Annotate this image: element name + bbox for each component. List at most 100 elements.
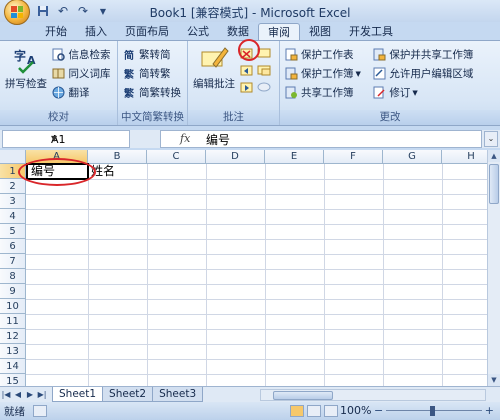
formula-value: 编号 (206, 133, 231, 147)
row-header-15[interactable]: 15 (0, 374, 26, 386)
show-ink-icon[interactable] (257, 80, 271, 94)
column-header-g[interactable]: G (383, 150, 442, 164)
protect-share-button[interactable]: 保护并共享工作簿 (372, 46, 473, 63)
column-header-c[interactable]: C (147, 150, 206, 164)
tab-home[interactable]: 开始 (36, 23, 76, 40)
grid-line (383, 164, 384, 386)
to-simplified-button[interactable]: 简 繁转简 (122, 46, 181, 63)
grid-line (26, 344, 487, 345)
scroll-down-icon[interactable]: ▼ (488, 374, 500, 386)
redo-icon[interactable]: ↷ (76, 4, 90, 18)
row-header-8[interactable]: 8 (0, 269, 26, 284)
zoom-in-icon[interactable]: + (485, 404, 494, 417)
group-label-changes: 更改 (280, 110, 500, 125)
row-header-7[interactable]: 7 (0, 254, 26, 269)
vertical-scrollbar[interactable]: ▲ ▼ (487, 150, 500, 386)
tab-insert[interactable]: 插入 (76, 23, 116, 40)
track-changes-button[interactable]: 修订 ▼ (372, 84, 473, 101)
next-comment-icon[interactable] (240, 80, 254, 94)
worksheet-grid[interactable]: A B C D E F G H 1 2 3 4 5 6 7 8 9 10 11 … (0, 150, 487, 386)
row-header-3[interactable]: 3 (0, 194, 26, 209)
grid-line (26, 359, 487, 360)
sheet-tab-3[interactable]: Sheet3 (152, 387, 204, 402)
conversion-button[interactable]: 繁 简繁转换 (122, 84, 181, 101)
page-layout-view-icon[interactable] (307, 405, 321, 417)
zoom-out-icon[interactable]: − (374, 404, 383, 417)
previous-comment-icon[interactable] (240, 63, 254, 77)
grid-line (26, 254, 487, 255)
zoom-slider[interactable]: − + (374, 404, 494, 417)
row-header-9[interactable]: 9 (0, 284, 26, 299)
tab-review[interactable]: 审阅 (258, 23, 300, 40)
tab-page-layout[interactable]: 页面布局 (116, 23, 178, 40)
chevron-down-icon: ▼ (355, 69, 361, 78)
thesaurus-button[interactable]: 同义词库 (52, 65, 111, 82)
tab-developer[interactable]: 开发工具 (340, 23, 402, 40)
office-button[interactable] (4, 0, 30, 25)
spell-check-button[interactable]: 字A 拼写检查 (4, 44, 48, 91)
grid-line (26, 314, 487, 315)
name-box[interactable]: A1 ▼ (2, 130, 130, 148)
research-icon (52, 48, 66, 62)
save-icon[interactable] (36, 4, 50, 18)
row-header-5[interactable]: 5 (0, 224, 26, 239)
zoom-level[interactable]: 100% (340, 404, 371, 417)
tab-formulas[interactable]: 公式 (178, 23, 218, 40)
column-header-f[interactable]: F (324, 150, 383, 164)
to-traditional-button[interactable]: 繁 简转繁 (122, 65, 181, 82)
column-header-e[interactable]: E (265, 150, 324, 164)
track-changes-icon (372, 86, 386, 100)
show-comments-icon[interactable] (257, 63, 271, 77)
protect-sheet-button[interactable]: 保护工作表 (284, 46, 361, 63)
zoom-knob[interactable] (430, 406, 435, 416)
row-header-14[interactable]: 14 (0, 359, 26, 374)
column-header-d[interactable]: D (206, 150, 265, 164)
tab-view[interactable]: 视图 (300, 23, 340, 40)
conversion-icon: 繁 (124, 89, 134, 100)
edit-comment-button[interactable]: 编辑批注 (192, 44, 236, 91)
undo-icon[interactable]: ↶ (56, 4, 70, 18)
protect-workbook-button[interactable]: 保护工作簿 ▼ (284, 65, 361, 82)
row-header-13[interactable]: 13 (0, 344, 26, 359)
customize-icon[interactable]: ▼ (96, 4, 110, 18)
function-icon[interactable]: fx (180, 132, 190, 145)
group-chinese-conversion: 简 繁转简 繁 简转繁 繁 简繁转换 中文简繁转换 (118, 41, 188, 125)
sheet-tab-1[interactable]: Sheet1 (52, 387, 104, 402)
scroll-up-icon[interactable]: ▲ (488, 150, 500, 162)
formula-bar: A1 ▼ fx 编号 ⌄ (0, 130, 500, 148)
chevron-down-icon[interactable]: ▼ (51, 134, 127, 143)
row-header-6[interactable]: 6 (0, 239, 26, 254)
scroll-thumb[interactable] (489, 164, 499, 204)
share-workbook-button[interactable]: 共享工作簿 (284, 84, 361, 101)
page-break-view-icon[interactable] (324, 405, 338, 417)
spell-check-icon: 字A (11, 44, 41, 74)
row-header-2[interactable]: 2 (0, 179, 26, 194)
row-header-11[interactable]: 11 (0, 314, 26, 329)
next-sheet-icon[interactable]: ▶ (24, 388, 36, 402)
expand-formula-icon[interactable]: ⌄ (484, 131, 498, 147)
allow-edit-ranges-button[interactable]: 允许用户编辑区域 (372, 65, 473, 82)
grid-line (26, 284, 487, 285)
normal-view-icon[interactable] (290, 405, 304, 417)
grid-line (26, 224, 487, 225)
research-button[interactable]: 信息检索 (52, 46, 111, 63)
group-comments: 编辑批注 批注 (188, 39, 280, 125)
first-sheet-icon[interactable]: |◀ (0, 388, 12, 402)
grid-line (26, 374, 487, 375)
horizontal-scrollbar[interactable] (260, 389, 486, 401)
tab-data[interactable]: 数据 (218, 23, 258, 40)
ribbon: 字A 拼写检查 信息检索 同义词库 翻译 校对 简 繁转简 繁 简转繁 繁 简繁… (0, 39, 500, 126)
last-sheet-icon[interactable]: ▶| (36, 388, 48, 402)
translate-button[interactable]: 翻译 (52, 84, 111, 101)
macro-record-icon[interactable] (33, 405, 47, 417)
column-header-b[interactable]: B (88, 150, 147, 164)
row-header-12[interactable]: 12 (0, 329, 26, 344)
column-header-h[interactable]: H (442, 150, 487, 164)
row-header-4[interactable]: 4 (0, 209, 26, 224)
group-label-chinese-conversion: 中文简繁转换 (118, 110, 187, 125)
row-header-10[interactable]: 10 (0, 299, 26, 314)
hscroll-thumb[interactable] (273, 391, 333, 400)
prev-sheet-icon[interactable]: ◀ (12, 388, 24, 402)
sheet-tab-2[interactable]: Sheet2 (102, 387, 154, 402)
select-all-corner[interactable] (0, 150, 26, 164)
